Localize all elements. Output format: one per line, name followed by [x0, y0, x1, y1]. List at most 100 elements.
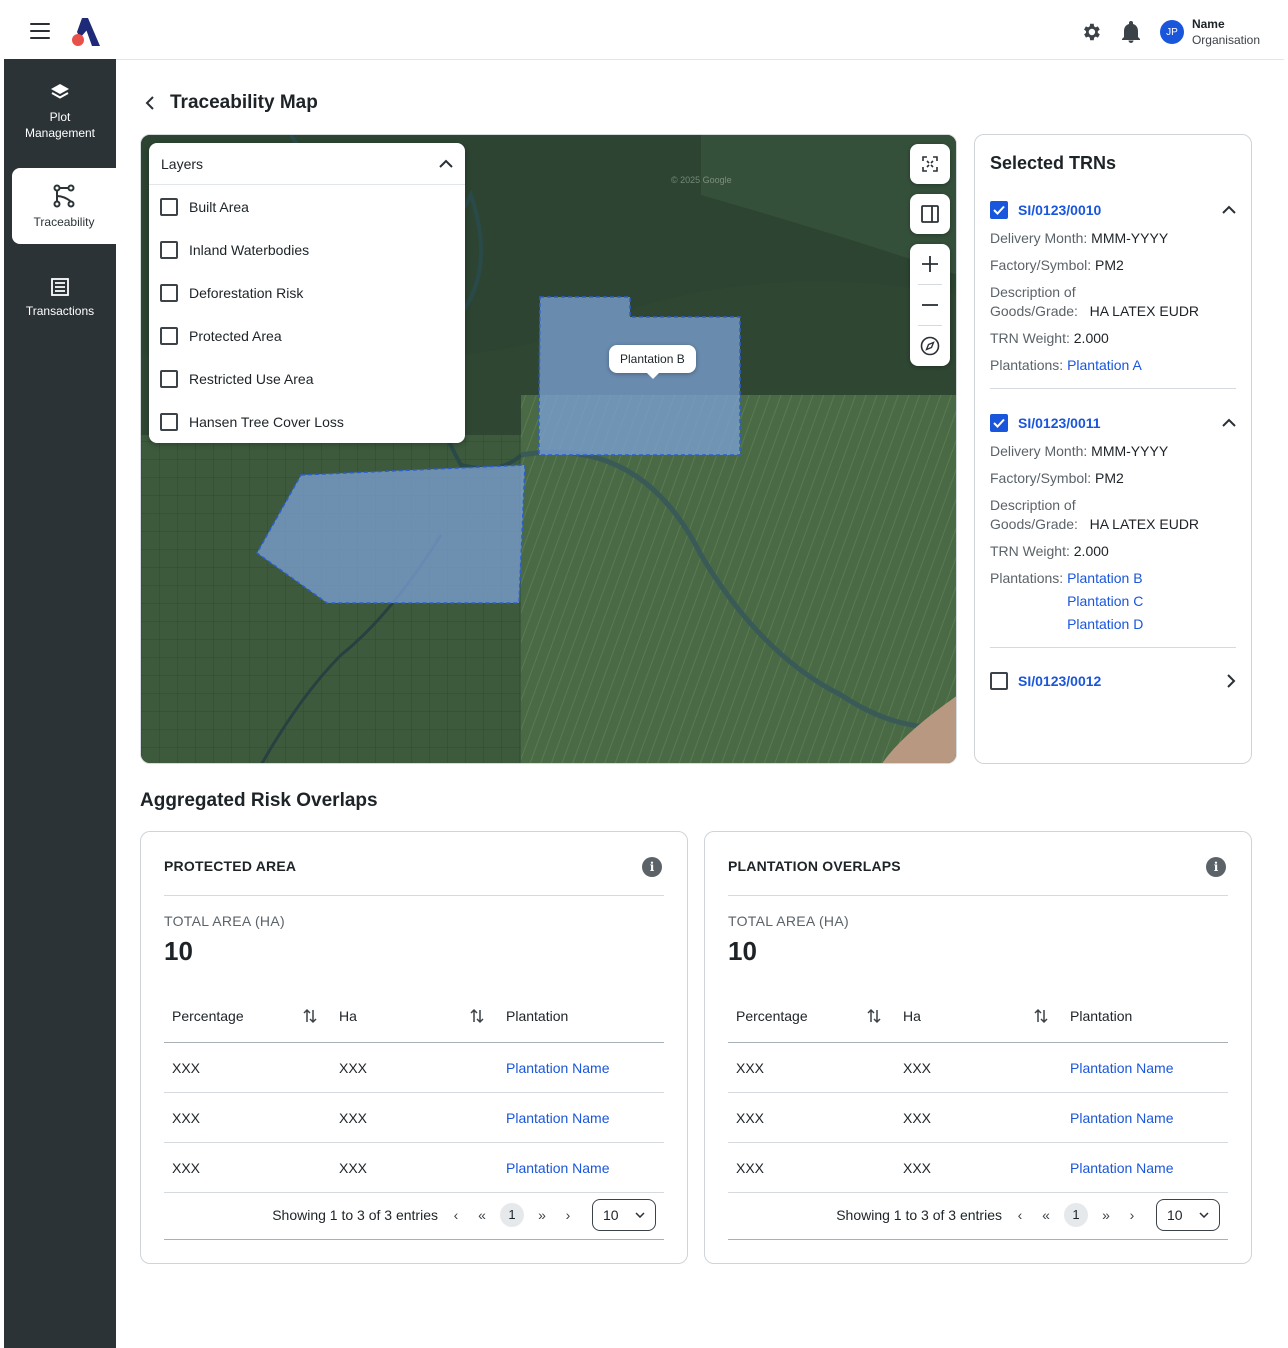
- first-page-icon[interactable]: «: [474, 1205, 490, 1225]
- sidebar-item-plot-management[interactable]: Plot Management: [4, 83, 116, 141]
- layer-checkbox[interactable]: [160, 326, 178, 345]
- cell-ha: XXX: [903, 1159, 932, 1176]
- plantations-label: Plantations:: [990, 357, 1064, 373]
- layers-header[interactable]: Layers: [149, 143, 465, 185]
- trn-checkbox[interactable]: [990, 201, 1008, 219]
- last-page-icon[interactable]: »: [1098, 1205, 1114, 1225]
- info-icon[interactable]: i: [642, 857, 662, 877]
- fullscreen-button[interactable]: [910, 144, 950, 184]
- chevron-up-icon[interactable]: [1222, 418, 1236, 428]
- plantation-link[interactable]: Plantation B: [1067, 567, 1143, 590]
- last-page-icon[interactable]: »: [534, 1205, 550, 1225]
- trn-weight-value: 2.000: [1073, 330, 1109, 346]
- trn-id-link[interactable]: SI/0123/0011: [1018, 415, 1222, 431]
- layer-deforestation-risk[interactable]: Deforestation Risk: [149, 271, 465, 314]
- page-size-value: 10: [1167, 1206, 1183, 1223]
- divider: [990, 647, 1236, 648]
- plantation-link[interactable]: Plantation D: [1067, 613, 1143, 636]
- total-area-label: TOTAL AREA (HA): [728, 913, 849, 929]
- layer-inland-waterbodies[interactable]: Inland Waterbodies: [149, 228, 465, 271]
- description-label: Description of: [990, 284, 1076, 300]
- divider: [990, 388, 1236, 389]
- layer-hansen-tree-cover-loss[interactable]: Hansen Tree Cover Loss: [149, 400, 465, 443]
- chevron-up-icon[interactable]: [1222, 205, 1236, 215]
- trn-weight-value: 2.000: [1073, 543, 1109, 559]
- trn-weight-label: TRN Weight:: [990, 330, 1070, 346]
- trn-checkbox[interactable]: [990, 414, 1008, 432]
- current-page[interactable]: 1: [500, 1202, 524, 1227]
- trn-item[interactable]: SI/0123/0012: [990, 670, 1236, 692]
- factory-value: PM2: [1095, 257, 1124, 273]
- factory-label: Factory/Symbol:: [990, 470, 1092, 486]
- layer-label: Restricted Use Area: [189, 370, 314, 387]
- layer-checkbox[interactable]: [160, 283, 178, 302]
- layer-label: Hansen Tree Cover Loss: [189, 413, 344, 430]
- trn-checkbox[interactable]: [990, 672, 1008, 690]
- user-menu[interactable]: JP Name Organisation: [1159, 16, 1260, 48]
- next-page-icon[interactable]: ›: [1124, 1205, 1140, 1225]
- layer-checkbox[interactable]: [160, 412, 178, 431]
- app-logo: [72, 18, 100, 46]
- showing-entries-text: Showing 1 to 3 of 3 entries: [836, 1206, 1002, 1223]
- chevron-up-icon[interactable]: [439, 159, 453, 169]
- page-size-select[interactable]: 10: [592, 1198, 656, 1231]
- description-value: HA LATEX EUDR: [1089, 303, 1200, 319]
- sort-icon[interactable]: [867, 1008, 881, 1024]
- cell-ha: XXX: [339, 1059, 368, 1076]
- layer-restricted-use-area[interactable]: Restricted Use Area: [149, 357, 465, 400]
- trn-id-link[interactable]: SI/0123/0010: [1018, 202, 1222, 218]
- prev-page-icon[interactable]: ‹: [1012, 1205, 1028, 1225]
- back-chevron-icon[interactable]: [144, 95, 156, 111]
- sidebar-item-traceability[interactable]: Traceability: [12, 168, 116, 244]
- sidebar-item-transactions[interactable]: Transactions: [4, 277, 116, 319]
- plantation-link[interactable]: Plantation C: [1067, 590, 1143, 613]
- prev-page-icon[interactable]: ‹: [448, 1205, 464, 1225]
- first-page-icon[interactable]: «: [1038, 1205, 1054, 1225]
- column-header: Plantation: [1070, 1008, 1133, 1024]
- sort-icon[interactable]: [303, 1008, 317, 1024]
- description-label: Goods/Grade:: [990, 303, 1078, 319]
- zoom-in-button[interactable]: [910, 244, 950, 284]
- notification-bell-icon[interactable]: [1120, 21, 1142, 43]
- info-icon[interactable]: i: [1206, 857, 1226, 877]
- sort-icon[interactable]: [470, 1008, 484, 1024]
- sort-icon[interactable]: [1034, 1008, 1048, 1024]
- trn-id-link[interactable]: SI/0123/0012: [1018, 673, 1226, 689]
- plantation-link[interactable]: Plantation Name: [498, 1110, 664, 1126]
- zoom-out-button[interactable]: [910, 285, 950, 325]
- plantation-link[interactable]: Plantation Name: [1062, 1160, 1228, 1176]
- layer-checkbox[interactable]: [160, 369, 178, 388]
- column-header: Plantation: [506, 1008, 569, 1024]
- sidebar-item-label: Transactions: [25, 304, 95, 318]
- next-page-icon[interactable]: ›: [560, 1205, 576, 1225]
- layer-checkbox[interactable]: [160, 197, 178, 216]
- plantation-link[interactable]: Plantation Name: [498, 1160, 664, 1176]
- plantation-tooltip: Plantation B: [609, 345, 696, 379]
- table-row: XXX XXX Plantation Name: [164, 1043, 664, 1093]
- layer-built-area[interactable]: Built Area: [149, 185, 465, 228]
- plantation-link[interactable]: Plantation Name: [1062, 1060, 1228, 1076]
- current-page[interactable]: 1: [1064, 1202, 1088, 1227]
- compass-button[interactable]: [910, 326, 950, 366]
- plantation-link[interactable]: Plantation A: [1067, 357, 1142, 373]
- user-name: Name: [1191, 17, 1225, 31]
- layer-checkbox[interactable]: [160, 240, 178, 259]
- transactions-icon: [51, 278, 69, 296]
- sidebar-item-label: Traceability: [33, 215, 95, 229]
- description-label: Description of: [990, 497, 1076, 513]
- menu-icon[interactable]: [30, 23, 50, 39]
- chevron-right-icon[interactable]: [1226, 674, 1236, 688]
- delivery-month-value: MMM-YYYY: [1091, 443, 1169, 459]
- side-panel-toggle-button[interactable]: [910, 194, 950, 234]
- settings-gear-icon[interactable]: [1080, 21, 1102, 43]
- traceability-map[interactable]: © 2025 Google Layers Built Area Inland W…: [140, 134, 957, 764]
- aggregated-risk-title: Aggregated Risk Overlaps: [140, 790, 378, 811]
- layer-protected-area[interactable]: Protected Area: [149, 314, 465, 357]
- pagination: Showing 1 to 3 of 3 entries ‹ « 1 » › 10: [728, 1190, 1228, 1240]
- page-size-select[interactable]: 10: [1156, 1198, 1220, 1231]
- plantation-link[interactable]: Plantation Name: [498, 1060, 664, 1076]
- trn-weight-label: TRN Weight:: [990, 543, 1070, 559]
- plantation-link[interactable]: Plantation Name: [1062, 1110, 1228, 1126]
- showing-entries-text: Showing 1 to 3 of 3 entries: [272, 1206, 438, 1223]
- trn-item: SI/0123/0010 Delivery Month: MMM-YYYY Fa…: [990, 199, 1236, 375]
